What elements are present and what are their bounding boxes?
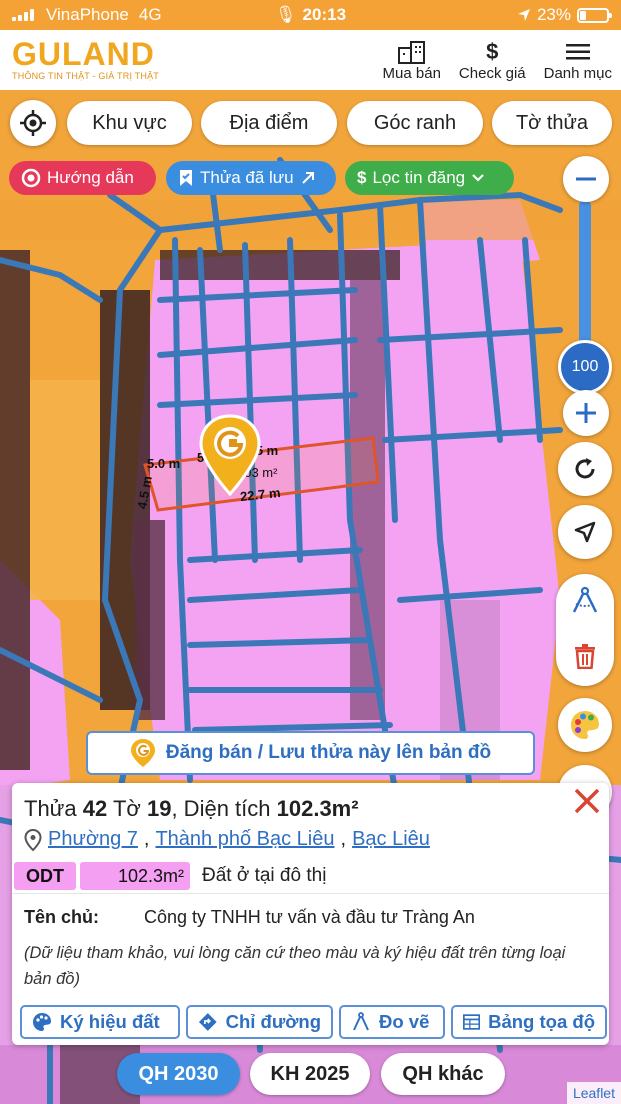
bookmark-icon [180,170,192,186]
zoom-slider-handle[interactable]: 100 [558,340,612,394]
location-pin-icon[interactable] [198,414,262,498]
owner-row: Tên chủ: Công ty TNHH tư vấn và đầu tư T… [24,907,475,928]
directions-button[interactable]: Chỉ đường [186,1005,333,1039]
land-description: Đất ở tại đô thị [202,865,327,886]
zoom-in-button[interactable] [563,390,609,436]
carrier-name: VinaPhone [46,5,129,24]
land-use-row: ODT 102.3m² Đất ở tại đô thị [14,862,326,890]
panel-divider [12,893,609,894]
measure-button[interactable]: Đo vẽ [339,1005,445,1039]
location-arrow-icon [517,9,530,21]
measure-icon [353,1012,369,1031]
coordinate-table-button[interactable]: Bảng tọa độ [451,1005,607,1039]
app-logo[interactable]: GULAND THÔNG TIN THẬT - GIÁ TRỊ THẬT [12,36,159,81]
guide-chip[interactable]: Hướng dẫn [9,161,156,195]
app-header: GULAND THÔNG TIN THẬT - GIÁ TRỊ THẬT Mua… [0,30,621,90]
land-area-badge: 102.3m² [80,862,190,890]
map-style-button[interactable] [558,698,612,752]
tab-kh-2025[interactable]: KH 2025 [250,1053,370,1095]
battery-icon [577,7,612,23]
parcel-title: Thửa 42 Tờ 19, Diện tích 102.3m² [24,796,359,821]
locate-me-button[interactable] [10,100,56,146]
building-icon [397,39,427,65]
draw-tools-group [556,574,614,686]
parcel-label-top-left: 5.0 m [147,456,181,471]
address-ward-link[interactable]: Phường 7 [48,828,138,851]
refresh-button[interactable] [558,442,612,496]
chevron-down-icon [472,174,484,182]
parcel-info-panel: Thửa 42 Tờ 19, Diện tích 102.3m² Phường … [12,783,609,1045]
palette-icon [571,711,599,739]
filter-goc-ranh[interactable]: Góc ranh [347,101,483,145]
nav-mua-ban[interactable]: Mua bán [374,30,450,90]
map-marker-icon [24,828,42,851]
zoom-out-button[interactable] [563,156,609,202]
post-parcel-banner[interactable]: Đăng bán / Lưu thửa này lên bản đồ [86,731,535,775]
signal-icon [12,9,34,21]
measure-tool-button[interactable] [570,586,600,619]
palette-icon [33,1013,51,1031]
chip-label: Lọc tin đăng [372,168,466,187]
owner-label: Tên chủ: [24,907,99,927]
chip-label: Thửa đã lưu [200,168,294,187]
nav-label: Danh mục [543,64,612,82]
menu-icon [565,39,590,65]
battery-percent: 23% [536,5,571,24]
chip-label: Hướng dẫn [47,168,134,187]
sheet-number: 19 [146,796,172,821]
post-banner-label: Đăng bán / Lưu thửa này lên bản đồ [165,742,492,763]
network-type: 4G [138,5,162,24]
trash-icon [575,644,595,670]
land-code-badge: ODT [14,862,76,890]
nav-danh-muc[interactable]: Danh mục [535,30,621,90]
disclaimer-note: (Dữ liệu tham khảo, vui lòng căn cứ theo… [24,944,566,988]
nav-label: Check giá [458,64,526,82]
delete-tool-button[interactable] [573,643,597,674]
dollar-icon: $ [486,38,499,64]
saved-parcels-chip[interactable]: Thửa đã lưu [166,161,336,195]
filter-to-thua[interactable]: Tờ thửa [492,101,612,145]
tab-qh-2030[interactable]: QH 2030 [117,1053,240,1095]
logo-tagline: THÔNG TIN THẬT - GIÁ TRỊ THẬT [12,71,159,81]
nav-check-gia[interactable]: $ Check giá [450,30,535,90]
status-bar: VinaPhone 4G 🎙 20:13 23% [0,0,621,30]
external-arrow-icon [301,172,314,184]
owner-value: Công ty TNHH tư vấn và đầu tư Tràng An [144,907,475,927]
minus-icon [576,177,596,181]
directions-icon [198,1013,217,1031]
compass-icon [572,586,598,613]
tab-qh-khac[interactable]: QH khác [381,1053,505,1095]
listing-filter-chip[interactable]: $ Lọc tin đăng [345,161,514,195]
nav-label: Mua bán [382,64,441,82]
header-nav: Mua bán $ Check giá Danh mục [374,30,621,90]
close-icon [574,788,600,814]
refresh-icon [575,458,595,479]
close-panel-button[interactable] [569,783,605,819]
address-province-link[interactable]: Bạc Liêu [352,828,430,851]
table-icon [463,1014,481,1030]
status-time: 20:13 [302,5,347,24]
navigation-arrow-icon [574,521,596,543]
microphone-icon: 🎙 [274,5,297,24]
filter-khu-vuc[interactable]: Khu vực [67,101,192,145]
filter-dia-diem[interactable]: Địa điểm [201,101,337,145]
logo-text: GULAND [12,36,155,72]
parcel-number: 42 [82,796,108,821]
guland-pin-icon [130,739,155,767]
plus-icon [576,403,596,423]
panel-actions: Ký hiệu đất Chỉ đường Đo vẽ Bảng tọa độ [20,1005,607,1039]
navigate-button[interactable] [558,505,612,559]
leaflet-attribution[interactable]: Leaflet [566,1082,621,1104]
parcel-area: 102.3m² [276,796,359,821]
parcel-address: Phường 7, Thành phố Bạc Liêu, Bạc Liêu [24,828,430,851]
address-city-link[interactable]: Thành phố Bạc Liêu [155,828,334,851]
dollar-icon: $ [357,168,367,187]
crosshair-icon [20,110,46,136]
target-icon [21,168,41,188]
land-legend-button[interactable]: Ký hiệu đất [20,1005,180,1039]
